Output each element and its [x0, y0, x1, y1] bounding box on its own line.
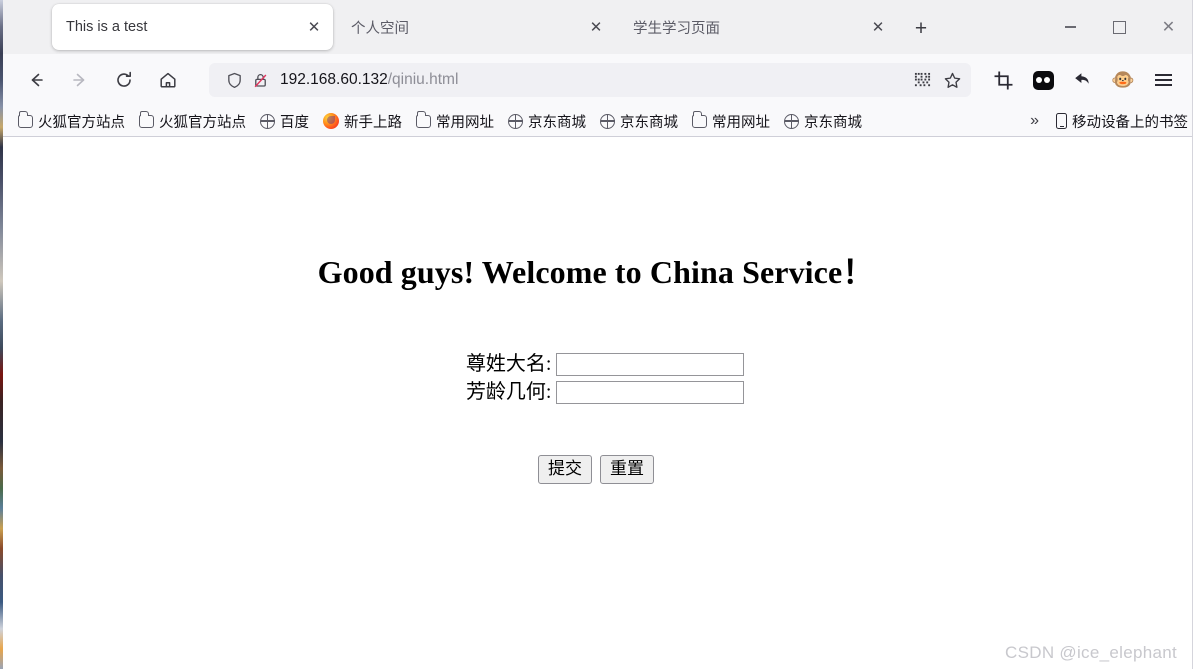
- bookmark-item[interactable]: 常用网址: [411, 108, 499, 135]
- bookmark-label: 京东商城: [528, 114, 586, 131]
- globe-icon: [784, 113, 799, 129]
- globe-icon: [260, 113, 275, 129]
- monkey-glyph: 🐵: [1111, 69, 1135, 91]
- bookmark-label: 移动设备上的书签: [1072, 114, 1188, 131]
- tab-close-icon[interactable]: ✕: [301, 14, 327, 40]
- tab-title: 个人空间: [351, 20, 409, 37]
- qr-code-icon[interactable]: [907, 65, 937, 95]
- user-info-form: 尊姓大名: 芳龄几何:: [3, 350, 1189, 406]
- bookmark-label: 火狐官方站点: [38, 114, 125, 131]
- bookmark-item[interactable]: 新手上路: [318, 108, 407, 135]
- folder-icon: [139, 111, 154, 128]
- shield-icon[interactable]: [221, 67, 247, 93]
- bookmark-label: 新手上路: [344, 114, 402, 131]
- bookmark-label: 常用网址: [712, 114, 770, 131]
- folder-icon: [18, 111, 33, 128]
- page-title: Good guys! Welcome to China Service！: [317, 254, 875, 290]
- pocket-extension-icon[interactable]: [1025, 62, 1061, 98]
- bookmark-label: 京东商城: [804, 114, 862, 131]
- lock-crossed-icon[interactable]: [247, 67, 273, 93]
- navigation-toolbar: 192.168.60.132/qiniu.html 🐵: [3, 54, 1193, 106]
- screen-edge-artifact: [0, 0, 3, 669]
- new-tab-button[interactable]: +: [906, 13, 936, 43]
- form-row-name: 尊姓大名:: [3, 350, 1189, 378]
- monkey-extension-icon[interactable]: 🐵: [1105, 62, 1141, 98]
- bookmark-label: 京东商城: [620, 114, 678, 131]
- folder-icon: [416, 111, 431, 128]
- screenshot-crop-icon[interactable]: [985, 62, 1021, 98]
- url-text[interactable]: 192.168.60.132/qiniu.html: [273, 71, 907, 89]
- bookmark-item[interactable]: 常用网址: [687, 108, 775, 135]
- tab-strip: This is a test ✕ 个人空间 ✕ 学生学习页面 ✕ + ✕: [3, 0, 1193, 54]
- url-path: /qiniu.html: [387, 71, 459, 88]
- bookmarks-bar: 火狐官方站点 火狐官方站点 百度 新手上路 常用网址 京东商城 京东商城 常用网…: [3, 106, 1193, 137]
- globe-icon: [508, 113, 523, 129]
- age-input[interactable]: [555, 380, 744, 404]
- submit-button[interactable]: 提交: [538, 455, 592, 484]
- bookmark-item[interactable]: 火狐官方站点: [13, 108, 130, 135]
- tab-close-icon[interactable]: ✕: [865, 14, 891, 40]
- back-button[interactable]: [17, 61, 55, 99]
- reset-button[interactable]: 重置: [600, 455, 654, 484]
- globe-icon: [600, 113, 615, 129]
- watermark: CSDN @ice_elephant: [1005, 643, 1177, 662]
- age-label: 芳龄几何:: [465, 381, 552, 403]
- hamburger-menu-icon[interactable]: [1145, 62, 1181, 98]
- name-label: 尊姓大名:: [465, 353, 552, 375]
- tab-close-icon[interactable]: ✕: [583, 14, 609, 40]
- bookmark-item[interactable]: 百度: [255, 108, 314, 135]
- tab-personal-space[interactable]: 个人空间 ✕: [337, 4, 615, 50]
- minimize-button[interactable]: [1046, 0, 1095, 54]
- reload-button[interactable]: [105, 61, 143, 99]
- window-controls: ✕: [1046, 0, 1193, 54]
- tab-student-study-page[interactable]: 学生学习页面 ✕: [619, 4, 897, 50]
- folder-icon: [692, 111, 707, 128]
- forward-button[interactable]: [61, 61, 99, 99]
- close-window-button[interactable]: ✕: [1144, 0, 1193, 54]
- form-buttons: 提交 重置: [3, 455, 1189, 484]
- url-host: 192.168.60.132: [280, 71, 388, 88]
- form-row-age: 芳龄几何:: [3, 378, 1189, 406]
- browser-window: This is a test ✕ 个人空间 ✕ 学生学习页面 ✕ + ✕ 192…: [0, 0, 1193, 669]
- bookmark-item[interactable]: 火狐官方站点: [134, 108, 251, 135]
- address-bar[interactable]: 192.168.60.132/qiniu.html: [209, 63, 971, 97]
- tab-title: 学生学习页面: [633, 20, 720, 37]
- undo-arrow-icon[interactable]: [1065, 62, 1101, 98]
- bookmark-item[interactable]: 京东商城: [503, 108, 591, 135]
- bookmark-label: 火狐官方站点: [159, 114, 246, 131]
- name-input[interactable]: [555, 352, 744, 376]
- page-content: Good guys! Welcome to China Service！ 尊姓大…: [3, 138, 1191, 669]
- bookmark-label: 常用网址: [436, 114, 494, 131]
- bookmark-item[interactable]: 京东商城: [595, 108, 683, 135]
- tab-title: This is a test: [66, 19, 148, 35]
- maximize-button[interactable]: [1095, 0, 1144, 54]
- bookmark-item-mobile[interactable]: 移动设备上的书签: [1051, 108, 1193, 135]
- phone-icon: [1056, 113, 1067, 129]
- bookmark-label: 百度: [280, 114, 309, 131]
- bookmarks-overflow-chevron-icon[interactable]: »: [1022, 109, 1047, 133]
- home-button[interactable]: [149, 61, 187, 99]
- firefox-icon: [323, 113, 339, 129]
- bookmark-star-icon[interactable]: [937, 65, 967, 95]
- bookmark-item[interactable]: 京东商城: [779, 108, 867, 135]
- tab-this-is-a-test[interactable]: This is a test ✕: [52, 4, 333, 50]
